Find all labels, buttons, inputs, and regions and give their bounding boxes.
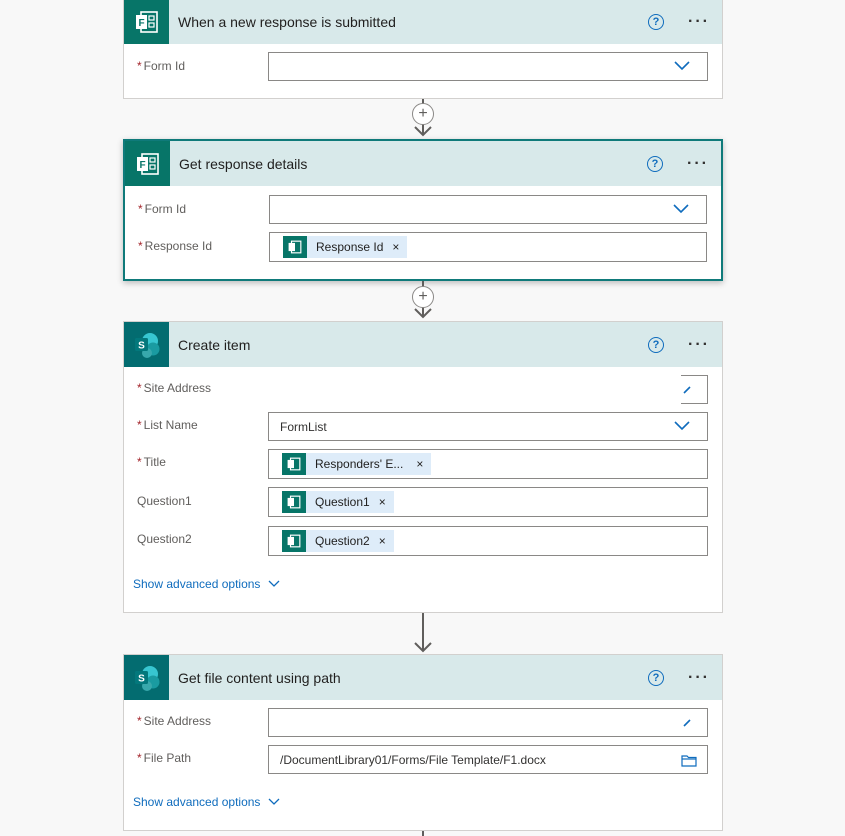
help-icon[interactable]: ? (647, 155, 664, 172)
field-label-question2: Question2 (137, 532, 192, 546)
folder-icon[interactable] (681, 754, 697, 767)
remove-token-icon[interactable]: × (392, 240, 399, 254)
title-input[interactable]: Responders' E... × (268, 449, 708, 479)
help-icon[interactable]: ? (648, 13, 665, 30)
field-label-title: * Title (137, 455, 166, 469)
step-title: Create item (178, 336, 251, 353)
forms-icon (282, 530, 306, 552)
step-card-create-item[interactable]: S Create item ? ··· * Site Address * List … (123, 321, 723, 613)
token-question1[interactable]: Question1 × (282, 491, 394, 513)
sharepoint-icon: S (124, 322, 169, 367)
field-label-form-id: * Form Id (137, 59, 186, 73)
step-title: Get response details (179, 155, 308, 172)
field-label-list-name: * List Name (137, 418, 198, 432)
chevron-down-icon (683, 386, 691, 394)
connector-line (422, 831, 424, 836)
step-title: Get file content using path (178, 669, 341, 686)
chevron-down-icon (683, 719, 691, 727)
sharepoint-icon: S (124, 655, 169, 700)
field-label-question1: Question1 (137, 494, 192, 508)
field-label-form-id: * Form Id (138, 202, 187, 216)
chevron-down-icon (674, 421, 690, 431)
add-step-button[interactable]: + (412, 103, 434, 125)
field-label-response-id: * Response Id (138, 239, 213, 253)
chevron-down-icon (268, 798, 280, 805)
forms-icon (283, 236, 307, 258)
question1-input[interactable]: Question1 × (268, 487, 708, 517)
step-header[interactable]: F When a new response is submitted ? ··· (124, 0, 722, 44)
token-question2[interactable]: Question2 × (282, 530, 394, 552)
forms-icon (282, 491, 306, 513)
step-title: When a new response is submitted (178, 13, 396, 30)
site-address-input[interactable] (268, 708, 708, 737)
site-address-input[interactable] (681, 375, 708, 404)
forms-icon: F (125, 141, 170, 186)
svg-text:F: F (139, 160, 145, 171)
arrow-down-icon (414, 642, 432, 653)
remove-token-icon[interactable]: × (379, 495, 386, 509)
question2-input[interactable]: Question2 × (268, 526, 708, 556)
arrow-down-icon (414, 126, 432, 137)
add-step-button[interactable]: + (412, 286, 434, 308)
svg-text:S: S (138, 673, 145, 684)
remove-token-icon[interactable]: × (416, 457, 423, 471)
file-path-input[interactable]: /DocumentLibrary01/Forms/File Template/F… (268, 745, 708, 774)
step-header[interactable]: S Get file content using path ? ··· (124, 655, 722, 700)
remove-token-icon[interactable]: × (379, 534, 386, 548)
chevron-down-icon (268, 580, 280, 587)
help-icon[interactable]: ? (648, 336, 665, 353)
form-id-dropdown[interactable] (269, 195, 707, 224)
form-id-dropdown[interactable] (268, 52, 708, 81)
step-card-trigger[interactable]: F When a new response is submitted ? ···… (123, 0, 723, 99)
more-options-icon[interactable]: ··· (688, 669, 710, 687)
step-card-get-file-content[interactable]: S Get file content using path ? ··· * Sit… (123, 654, 723, 831)
response-id-input[interactable]: Response Id × (269, 232, 707, 262)
field-label-site-address: * Site Address (137, 381, 212, 395)
token-responders-email[interactable]: Responders' E... × (282, 453, 432, 475)
step-header[interactable]: S Create item ? ··· (124, 322, 722, 367)
svg-text:S: S (138, 340, 145, 351)
forms-icon (282, 453, 306, 475)
field-label-file-path: * File Path (137, 751, 192, 765)
step-header[interactable]: F Get response details ? ··· (125, 141, 721, 186)
list-name-dropdown[interactable]: FormList (268, 412, 708, 441)
more-options-icon[interactable]: ··· (688, 336, 710, 354)
token-response-id[interactable]: Response Id × (283, 236, 408, 258)
chevron-down-icon (673, 204, 689, 214)
field-label-site-address: * Site Address (137, 714, 212, 728)
more-options-icon[interactable]: ··· (688, 13, 710, 31)
more-options-icon[interactable]: ··· (687, 155, 709, 173)
step-card-get-response-details[interactable]: F Get response details ? ··· * Form Id * R… (123, 139, 723, 281)
show-advanced-options-link[interactable]: Show advanced options (133, 577, 280, 591)
show-advanced-options-link[interactable]: Show advanced options (133, 795, 280, 809)
chevron-down-icon (674, 61, 690, 71)
help-icon[interactable]: ? (648, 669, 665, 686)
arrow-down-icon (414, 308, 432, 319)
forms-icon: F (124, 0, 169, 44)
svg-text:F: F (138, 18, 144, 29)
